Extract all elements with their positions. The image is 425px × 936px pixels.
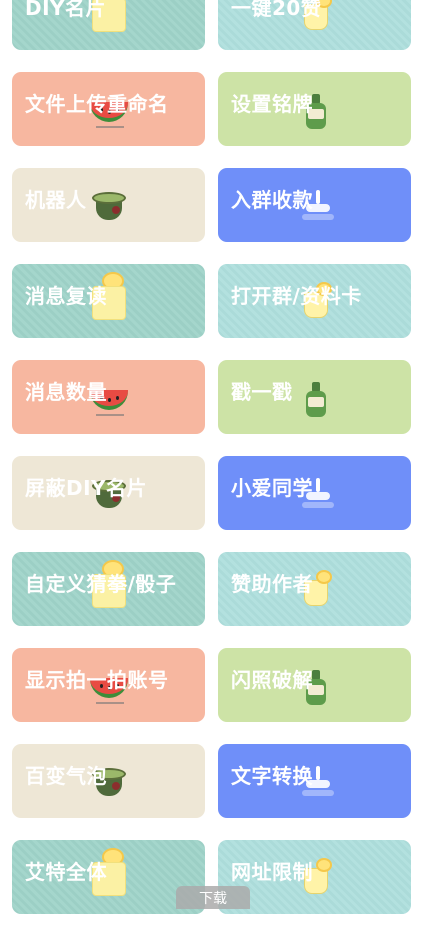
feature-card-label: 闪照破解 bbox=[231, 668, 313, 692]
card-row: DIY名片 一键20赞 bbox=[0, 0, 425, 72]
feature-card-label: 显示拍一拍账号 bbox=[25, 668, 169, 692]
feature-card-label: 文字转换 bbox=[231, 764, 313, 788]
feature-card-label: 入群收款 bbox=[231, 188, 313, 212]
feature-card-label: 设置铭牌 bbox=[231, 92, 313, 116]
card-row: 百变气泡 文字转换 bbox=[0, 744, 425, 840]
feature-card-label: 一键20赞 bbox=[231, 0, 322, 20]
feature-card[interactable]: 自定义猜拳/骰子 bbox=[12, 552, 205, 626]
feature-card[interactable]: 屏蔽DIY名片 bbox=[12, 456, 205, 530]
feature-card[interactable]: 戳一戳 bbox=[218, 360, 411, 434]
feature-card-label: 网址限制 bbox=[231, 860, 313, 884]
card-row: 文件上传重命名 设置铭牌 bbox=[0, 72, 425, 168]
feature-card[interactable]: 小爱同学 bbox=[218, 456, 411, 530]
feature-card[interactable]: 赞助作者 bbox=[218, 552, 411, 626]
feature-card-label: 消息数量 bbox=[25, 380, 107, 404]
feature-card[interactable]: 入群收款 bbox=[218, 168, 411, 242]
feature-card-label: 屏蔽DIY名片 bbox=[25, 476, 148, 500]
download-tab[interactable]: 下载 bbox=[176, 886, 250, 909]
feature-card-label: 赞助作者 bbox=[231, 572, 313, 596]
bottle-icon bbox=[304, 382, 328, 422]
feature-card-label: 机器人 bbox=[25, 188, 87, 212]
feature-card[interactable]: 显示拍一拍账号 bbox=[12, 648, 205, 722]
feature-card-label: DIY名片 bbox=[25, 0, 107, 20]
feature-card[interactable]: 一键20赞 bbox=[218, 0, 411, 50]
feature-grid: DIY名片 一键20赞 文件上传重命名 设置铭牌 机器人 入群收款 消息复读 打开群/资料卡消… bbox=[0, 0, 425, 936]
feature-card[interactable]: 消息复读 bbox=[12, 264, 205, 338]
feature-card-label: 消息复读 bbox=[25, 284, 107, 308]
feature-card[interactable]: 文件上传重命名 bbox=[12, 72, 205, 146]
card-row: 消息复读 打开群/资料卡 bbox=[0, 264, 425, 360]
feature-card[interactable]: 百变气泡 bbox=[12, 744, 205, 818]
feature-card-label: 自定义猜拳/骰子 bbox=[25, 572, 177, 596]
feature-card-label: 戳一戳 bbox=[231, 380, 293, 404]
feature-card-label: 艾特全体 bbox=[25, 860, 107, 884]
feature-card[interactable]: 机器人 bbox=[12, 168, 205, 242]
feature-card-label: 百变气泡 bbox=[25, 764, 107, 788]
feature-card-label: 文件上传重命名 bbox=[25, 92, 169, 116]
feature-card-label: 小爱同学 bbox=[231, 476, 313, 500]
card-row: 自定义猜拳/骰子 赞助作者 bbox=[0, 552, 425, 648]
matcha-cup-icon bbox=[92, 192, 130, 226]
feature-card[interactable]: 闪照破解 bbox=[218, 648, 411, 722]
feature-card[interactable]: 打开群/资料卡 bbox=[218, 264, 411, 338]
feature-card[interactable]: 消息数量 bbox=[12, 360, 205, 434]
feature-card[interactable]: 文字转换 bbox=[218, 744, 411, 818]
card-row: 屏蔽DIY名片 小爱同学 bbox=[0, 456, 425, 552]
feature-card[interactable]: 设置铭牌 bbox=[218, 72, 411, 146]
card-row: 消息数量 戳一戳 bbox=[0, 360, 425, 456]
card-row: 显示拍一拍账号 闪照破解 bbox=[0, 648, 425, 744]
feature-card-label: 打开群/资料卡 bbox=[231, 284, 362, 308]
feature-card[interactable]: DIY名片 bbox=[12, 0, 205, 50]
card-row: 机器人 入群收款 bbox=[0, 168, 425, 264]
